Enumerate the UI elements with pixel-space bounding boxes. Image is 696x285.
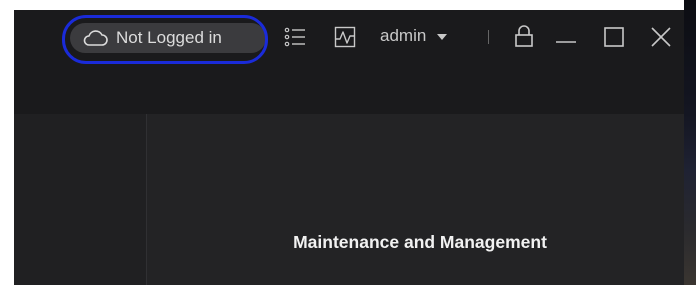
user-name: admin bbox=[380, 26, 427, 45]
section-title: Maintenance and Management bbox=[293, 232, 547, 252]
minimize-icon[interactable] bbox=[556, 40, 576, 44]
page-left-margin bbox=[0, 0, 14, 285]
activity-icon[interactable] bbox=[334, 26, 356, 48]
toolbar-separator bbox=[488, 30, 489, 44]
sidebar bbox=[14, 114, 147, 285]
close-icon[interactable] bbox=[650, 26, 672, 48]
toolbar: Not Logged in admin bbox=[14, 10, 684, 64]
app-window: Not Logged in admin Maintenance and Mana… bbox=[14, 10, 684, 285]
caret-down-icon bbox=[437, 34, 448, 40]
user-menu[interactable]: admin bbox=[380, 26, 448, 46]
main-content bbox=[148, 114, 684, 285]
list-icon[interactable] bbox=[284, 26, 306, 48]
maximize-icon[interactable] bbox=[604, 27, 624, 47]
lock-icon[interactable] bbox=[514, 24, 534, 48]
login-status-label: Not Logged in bbox=[116, 28, 222, 47]
page-top-margin bbox=[0, 0, 696, 10]
title-bar: Not Logged in admin bbox=[14, 10, 684, 114]
desktop-background-edge bbox=[684, 0, 696, 285]
login-status-button[interactable]: Not Logged in bbox=[70, 23, 266, 53]
cloud-icon bbox=[83, 30, 108, 46]
